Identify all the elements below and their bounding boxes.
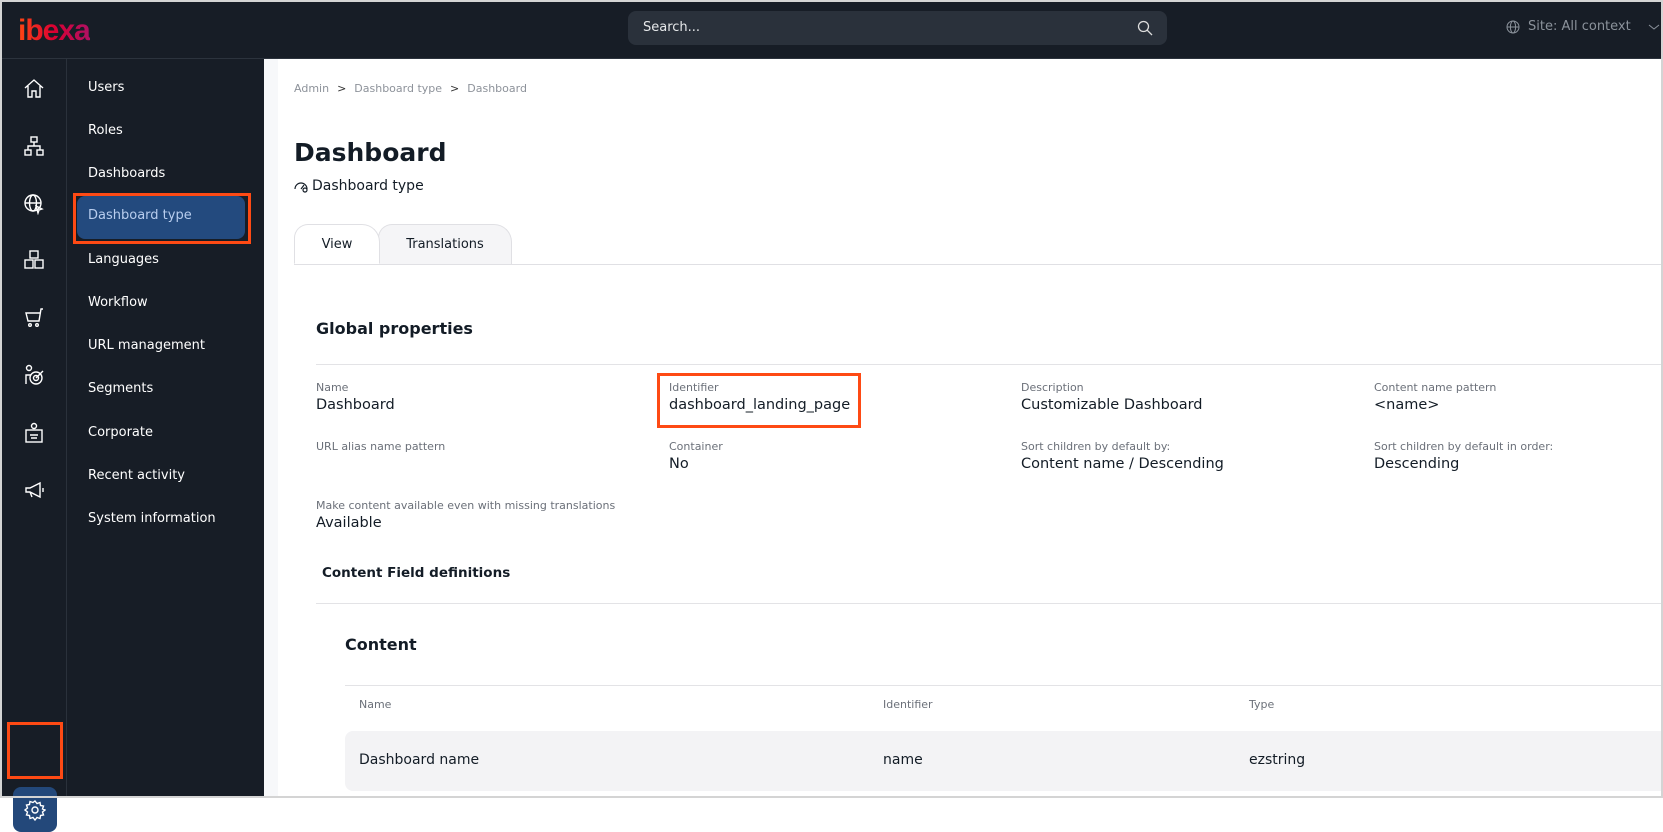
breadcrumb-separator: > bbox=[337, 82, 347, 95]
globe-cursor-icon[interactable] bbox=[21, 191, 47, 217]
submenu-item-recent-activity[interactable]: Recent activity bbox=[88, 466, 185, 486]
target-user-icon[interactable] bbox=[21, 362, 47, 388]
corporate-icon[interactable] bbox=[21, 420, 47, 446]
field-definitions-heading: Content Field definitions bbox=[322, 565, 511, 581]
content-type-group: Dashboard type bbox=[312, 178, 424, 194]
main-content bbox=[264, 59, 1663, 798]
breadcrumb-dashboard: Dashboard bbox=[467, 82, 527, 95]
admin-submenu: Users Roles Dashboards Dashboard type La… bbox=[67, 59, 264, 798]
page-title: Dashboard bbox=[294, 138, 447, 167]
submenu-item-system-information[interactable]: System information bbox=[88, 509, 216, 529]
field-label: Container bbox=[669, 440, 723, 453]
cell-name: Dashboard name bbox=[359, 752, 480, 768]
search-input[interactable]: Search... bbox=[628, 11, 1167, 45]
column-header-identifier: Identifier bbox=[883, 698, 933, 711]
content-gutter bbox=[264, 59, 278, 798]
site-context-selector[interactable]: Site: All context bbox=[1506, 19, 1661, 34]
ibexa-logo[interactable]: ibexa bbox=[18, 14, 91, 48]
breadcrumb-admin[interactable]: Admin bbox=[294, 82, 329, 95]
home-icon[interactable] bbox=[21, 75, 47, 101]
column-header-type: Type bbox=[1249, 698, 1275, 711]
field-value: Content name / Descending bbox=[1021, 456, 1224, 472]
globe-icon bbox=[1506, 20, 1520, 33]
search-placeholder: Search... bbox=[643, 20, 701, 35]
top-bar: ibexa Search... Site: All context bbox=[0, 0, 1663, 59]
field-label: Name bbox=[316, 381, 349, 394]
field-value: No bbox=[669, 456, 689, 472]
boxes-icon[interactable] bbox=[21, 247, 47, 273]
breadcrumb: Admin > Dashboard type > Dashboard bbox=[294, 82, 527, 95]
site-context-label: Site: All context bbox=[1528, 19, 1631, 34]
divider bbox=[345, 685, 1663, 686]
cell-identifier: name bbox=[883, 752, 923, 768]
field-value: <name> bbox=[1374, 397, 1440, 413]
cell-type: ezstring bbox=[1249, 752, 1306, 768]
settings-highlight bbox=[7, 722, 63, 779]
field-value: Customizable Dashboard bbox=[1021, 397, 1203, 413]
submenu-item-workflow[interactable]: Workflow bbox=[88, 293, 148, 313]
dashboard-type-highlight bbox=[73, 193, 251, 244]
field-label: Content name pattern bbox=[1374, 381, 1497, 394]
dashboard-type-icon bbox=[294, 182, 308, 193]
breadcrumb-dashboard-type[interactable]: Dashboard type bbox=[354, 82, 442, 95]
field-label: Sort children by default in order: bbox=[1374, 440, 1554, 453]
settings-button[interactable] bbox=[13, 787, 57, 832]
submenu-item-users[interactable]: Users bbox=[88, 78, 124, 98]
identifier-highlight bbox=[657, 373, 861, 428]
field-value: Available bbox=[316, 515, 382, 531]
tab-label: View bbox=[321, 236, 353, 252]
main-nav-rail bbox=[0, 59, 67, 832]
column-header-name: Name bbox=[359, 698, 392, 711]
search-icon[interactable] bbox=[1137, 20, 1153, 36]
submenu-item-roles[interactable]: Roles bbox=[88, 121, 123, 141]
tab-view[interactable]: View bbox=[294, 224, 380, 264]
cart-icon[interactable] bbox=[21, 304, 47, 330]
table-row bbox=[345, 731, 1663, 791]
field-group-heading: Content bbox=[345, 635, 417, 654]
tab-divider bbox=[294, 264, 1663, 265]
page-subtitle: Dashboard type bbox=[294, 178, 424, 194]
submenu-item-languages[interactable]: Languages bbox=[88, 250, 159, 270]
divider bbox=[316, 603, 1663, 604]
sitemap-icon[interactable] bbox=[21, 133, 47, 159]
submenu-item-dashboards[interactable]: Dashboards bbox=[88, 164, 165, 184]
submenu-item-corporate[interactable]: Corporate bbox=[88, 423, 153, 443]
field-value: Dashboard bbox=[316, 397, 395, 413]
breadcrumb-separator: > bbox=[450, 82, 460, 95]
submenu-item-segments[interactable]: Segments bbox=[88, 379, 153, 399]
field-label: Description bbox=[1021, 381, 1084, 394]
megaphone-icon[interactable] bbox=[21, 477, 47, 503]
divider bbox=[316, 364, 1663, 365]
gear-icon bbox=[24, 799, 46, 821]
field-label: Sort children by default by: bbox=[1021, 440, 1171, 453]
field-value: Descending bbox=[1374, 456, 1460, 472]
field-label: Make content available even with missing… bbox=[316, 499, 616, 512]
submenu-item-url-management[interactable]: URL management bbox=[88, 336, 205, 356]
tab-label: Translations bbox=[406, 237, 484, 252]
section-heading: Global properties bbox=[316, 319, 473, 338]
field-label: URL alias name pattern bbox=[316, 440, 446, 453]
chevron-down-icon bbox=[1648, 24, 1660, 30]
tab-translations[interactable]: Translations bbox=[378, 224, 512, 264]
